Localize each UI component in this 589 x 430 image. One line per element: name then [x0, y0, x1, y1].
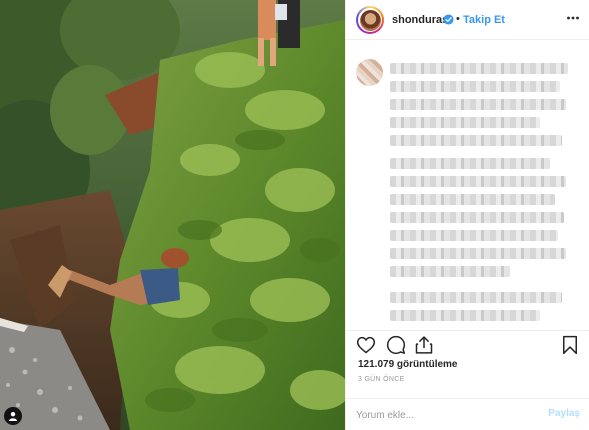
blurred-caption-line — [390, 117, 540, 128]
blurred-caption-line — [390, 176, 566, 187]
blurred-caption-line — [390, 230, 558, 241]
more-options-icon[interactable] — [566, 11, 580, 25]
post-video[interactable] — [0, 0, 345, 430]
comment-icon[interactable] — [386, 335, 406, 355]
blurred-caption-line — [390, 266, 510, 277]
blurred-caption-line — [390, 292, 562, 303]
user-tag-icon[interactable] — [4, 407, 22, 425]
username-link[interactable]: shonduras — [392, 14, 448, 26]
comment-input[interactable] — [356, 408, 536, 422]
header-separator: • — [456, 13, 460, 25]
blurred-caption-line — [390, 310, 540, 321]
person-icon — [9, 412, 17, 421]
blurred-caption-line — [390, 158, 550, 169]
blurred-caption-line — [390, 212, 564, 223]
caption-area — [346, 48, 589, 326]
blurred-caption-line — [390, 135, 562, 146]
blurred-caption-line — [390, 248, 566, 259]
heart-icon[interactable] — [356, 335, 376, 355]
post-header: shonduras • Takip Et — [346, 0, 589, 40]
blurred-caption-line — [390, 63, 568, 74]
blurred-caption-line — [390, 81, 560, 92]
follow-button[interactable]: Takip Et — [463, 14, 505, 26]
avatar-image — [359, 9, 381, 31]
post-timestamp[interactable]: 3 GÜN ÖNCE — [358, 376, 405, 383]
share-icon[interactable] — [414, 335, 434, 355]
profile-avatar[interactable] — [356, 6, 384, 34]
comment-bar: Paylaş — [346, 398, 589, 430]
view-count: 121.079 görüntüleme — [358, 359, 458, 370]
post-comment-button[interactable]: Paylaş — [548, 408, 580, 419]
verified-badge-icon — [443, 14, 454, 25]
post-side-panel: shonduras • Takip Et 121.079 görüntüleme… — [345, 0, 589, 430]
action-bar — [346, 330, 589, 358]
bookmark-icon[interactable] — [560, 335, 580, 355]
caption-avatar[interactable] — [356, 59, 383, 86]
blurred-caption-line — [390, 194, 555, 205]
blurred-caption-line — [390, 99, 566, 110]
instagram-post-view: shonduras • Takip Et 121.079 görüntüleme… — [0, 0, 589, 430]
video-frame — [0, 0, 345, 430]
